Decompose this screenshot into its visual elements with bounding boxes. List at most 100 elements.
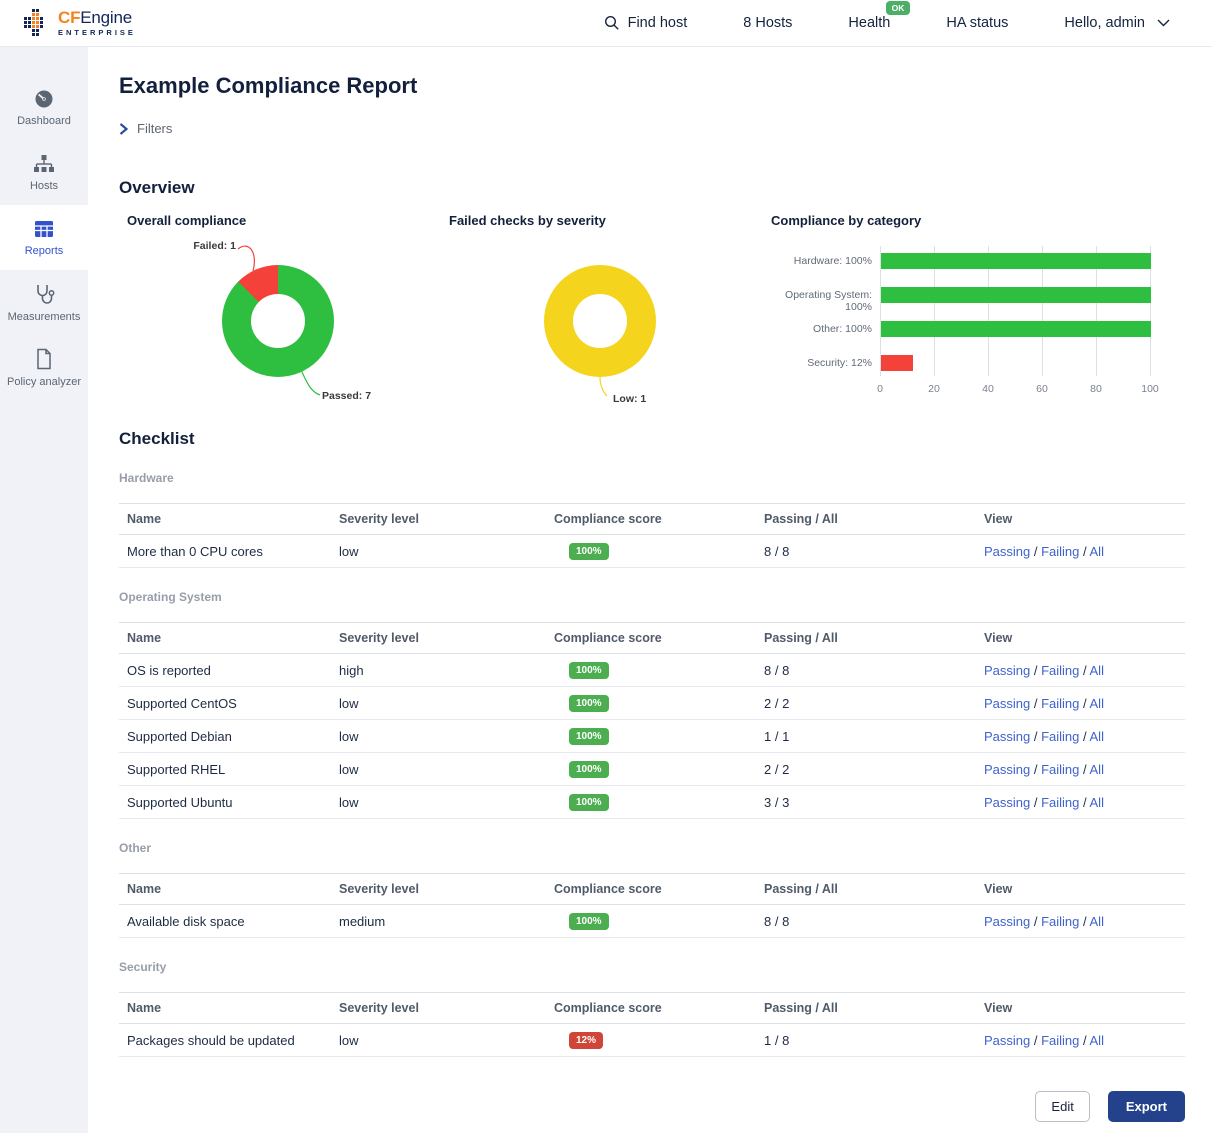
view-failing-link[interactable]: Failing — [1041, 795, 1079, 810]
sidebar-item-policy-analyzer[interactable]: Policy analyzer — [0, 335, 88, 400]
view-all-link[interactable]: All — [1090, 1033, 1104, 1048]
passing-all: 8 / 8 — [764, 544, 984, 559]
compliance-score-cell: 100% — [554, 793, 764, 811]
bar-security — [881, 355, 913, 371]
view-failing-link[interactable]: Failing — [1041, 544, 1079, 559]
hosts-count-link[interactable]: 8 Hosts — [743, 15, 792, 31]
view-passing-link[interactable]: Passing — [984, 762, 1030, 777]
view-link-separator: / — [1079, 544, 1089, 559]
view-link-separator: / — [1030, 795, 1041, 810]
cfengine-pixel-logo-icon — [24, 7, 51, 39]
bar-category-label: Operating System: 100% — [763, 289, 872, 313]
severity-level: low — [339, 762, 554, 777]
low-callout: Low: 1 — [613, 393, 646, 405]
filters-toggle[interactable]: Filters — [119, 121, 172, 136]
brand-cf: CF — [58, 8, 80, 27]
check-name: Supported RHEL — [119, 762, 339, 777]
view-passing-link[interactable]: Passing — [984, 544, 1030, 559]
find-host-button[interactable]: Find host — [604, 15, 688, 31]
policy-analyzer-document-icon — [33, 348, 55, 370]
view-passing-link[interactable]: Passing — [984, 914, 1030, 929]
checklist-heading: Checklist — [119, 429, 1185, 449]
top-header: CFEngine ENTERPRISE Find host 8 Hosts He… — [0, 0, 1212, 47]
view-passing-link[interactable]: Passing — [984, 696, 1030, 711]
view-failing-link[interactable]: Failing — [1041, 1033, 1079, 1048]
table-header-row: NameSeverity levelCompliance scorePassin… — [119, 992, 1185, 1024]
health-link[interactable]: Health OK — [848, 15, 890, 31]
failed-by-severity-donut — [544, 265, 656, 377]
table-row: Supported Ubuntulow100%3 / 3Passing / Fa… — [119, 786, 1185, 819]
failed-by-severity-chart: Failed checks by severity Low: 1 — [441, 213, 763, 413]
bar-hardware — [881, 253, 1151, 269]
view-passing-link[interactable]: Passing — [984, 729, 1030, 744]
bar-operating-system — [881, 287, 1151, 303]
x-tick-label: 20 — [928, 383, 940, 395]
compliance-score-badge: 100% — [569, 794, 609, 811]
checklist-table: NameSeverity levelCompliance scorePassin… — [119, 992, 1185, 1057]
x-tick-label: 60 — [1036, 383, 1048, 395]
passing-all: 1 / 1 — [764, 729, 984, 744]
column-header: Compliance score — [554, 512, 764, 526]
view-failing-link[interactable]: Failing — [1041, 729, 1079, 744]
column-header: Severity level — [339, 512, 554, 526]
column-header: Passing / All — [764, 512, 984, 526]
sidebar-item-hosts[interactable]: Hosts — [0, 140, 88, 205]
view-all-link[interactable]: All — [1090, 914, 1104, 929]
table-header-row: NameSeverity levelCompliance scorePassin… — [119, 503, 1185, 535]
measurements-stethoscope-icon — [33, 283, 55, 305]
compliance-by-category-chart: Compliance by category 020406080100Hardw… — [763, 213, 1185, 413]
checklist-table: NameSeverity levelCompliance scorePassin… — [119, 503, 1185, 568]
passing-all: 2 / 2 — [764, 762, 984, 777]
view-link-separator: / — [1030, 1033, 1041, 1048]
passing-all: 8 / 8 — [764, 663, 984, 678]
edit-button[interactable]: Edit — [1035, 1091, 1089, 1122]
health-ok-badge: OK — [886, 1, 911, 15]
passed-callout: Passed: 7 — [322, 390, 371, 402]
passing-all: 1 / 8 — [764, 1033, 984, 1048]
sidebar-item-dashboard[interactable]: Dashboard — [0, 75, 88, 140]
view-all-link[interactable]: All — [1090, 762, 1104, 777]
table-row: Supported CentOSlow100%2 / 2Passing / Fa… — [119, 687, 1185, 720]
overall-compliance-donut — [222, 265, 334, 377]
overall-compliance-chart: Overall compliance Failed: 1 Passed: 7 — [119, 213, 441, 413]
sidebar-item-reports[interactable]: Reports — [0, 205, 88, 270]
ha-status-link[interactable]: HA status — [946, 15, 1008, 31]
view-passing-link[interactable]: Passing — [984, 1033, 1030, 1048]
view-link-separator: / — [1079, 696, 1089, 711]
top-nav: Find host 8 Hosts Health OK HA status He… — [604, 15, 1170, 31]
view-all-link[interactable]: All — [1090, 729, 1104, 744]
compliance-score-badge: 100% — [569, 695, 609, 712]
filters-label: Filters — [137, 121, 172, 136]
page-title: Example Compliance Report — [119, 73, 1185, 99]
find-host-label: Find host — [628, 15, 688, 31]
failed-by-severity-title: Failed checks by severity — [449, 213, 763, 228]
view-passing-link[interactable]: Passing — [984, 795, 1030, 810]
view-all-link[interactable]: All — [1090, 663, 1104, 678]
export-button[interactable]: Export — [1108, 1091, 1185, 1122]
compliance-score-badge: 100% — [569, 662, 609, 679]
bar-category-label: Other: 100% — [813, 323, 872, 335]
view-link-separator: / — [1079, 1033, 1089, 1048]
view-failing-link[interactable]: Failing — [1041, 762, 1079, 777]
sidebar-item-measurements[interactable]: Measurements — [0, 270, 88, 335]
bar-category-label: Hardware: 100% — [794, 255, 872, 267]
severity-level: low — [339, 544, 554, 559]
view-link-separator: / — [1079, 663, 1089, 678]
view-link-separator: / — [1030, 696, 1041, 711]
reports-table-icon — [33, 219, 55, 239]
view-failing-link[interactable]: Failing — [1041, 696, 1079, 711]
table-row: Packages should be updatedlow12%1 / 8Pas… — [119, 1024, 1185, 1057]
check-name: Supported Debian — [119, 729, 339, 744]
view-all-link[interactable]: All — [1090, 795, 1104, 810]
view-links: Passing / Failing / All — [984, 914, 1185, 929]
view-failing-link[interactable]: Failing — [1041, 914, 1079, 929]
brand-enterprise: ENTERPRISE — [58, 29, 136, 37]
view-links: Passing / Failing / All — [984, 696, 1185, 711]
view-all-link[interactable]: All — [1090, 696, 1104, 711]
user-menu[interactable]: Hello, admin — [1064, 15, 1170, 31]
column-header: Compliance score — [554, 882, 764, 896]
view-all-link[interactable]: All — [1090, 544, 1104, 559]
view-failing-link[interactable]: Failing — [1041, 663, 1079, 678]
cfengine-logo[interactable]: CFEngine ENTERPRISE — [24, 7, 136, 39]
view-passing-link[interactable]: Passing — [984, 663, 1030, 678]
